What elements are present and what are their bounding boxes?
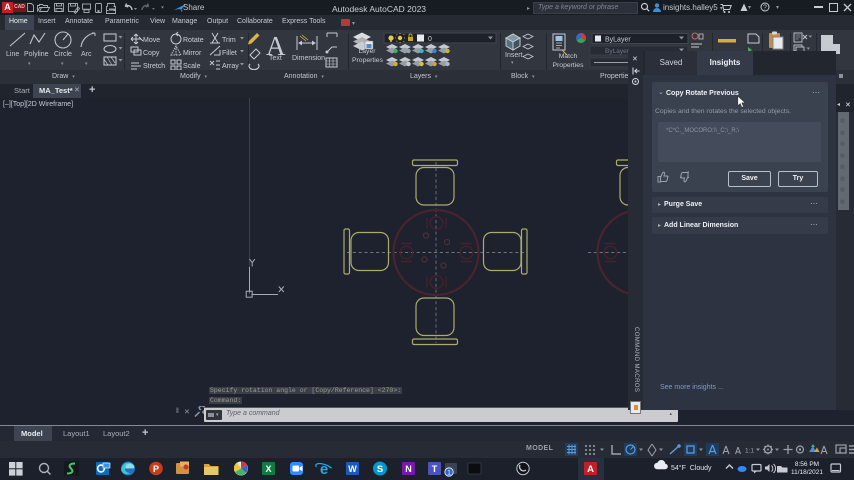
svg-text:Rotate: Rotate	[183, 37, 204, 44]
svg-text:Fillet: Fillet	[222, 50, 237, 57]
svg-text:Stretch: Stretch	[143, 63, 165, 70]
svg-text:N: N	[405, 464, 412, 474]
svg-text:S: S	[377, 464, 383, 475]
svg-text:W: W	[348, 464, 357, 474]
svg-text:X: X	[265, 464, 271, 474]
svg-text:Trim: Trim	[222, 37, 236, 44]
svg-text:T: T	[432, 464, 438, 474]
svg-text:ByLayer: ByLayer	[605, 37, 631, 44]
svg-text:1:1: 1:1	[745, 448, 754, 455]
svg-text:P: P	[153, 464, 159, 474]
svg-text:A: A	[587, 464, 594, 475]
svg-text:?: ?	[763, 5, 767, 12]
svg-text:Copy: Copy	[143, 50, 160, 57]
svg-text:Scale: Scale	[183, 63, 201, 70]
svg-text:Move: Move	[143, 37, 160, 44]
svg-text:Array: Array	[222, 63, 239, 70]
svg-text:1: 1	[447, 470, 451, 477]
svg-text:Mirror: Mirror	[183, 50, 202, 57]
svg-text:0: 0	[428, 36, 432, 43]
svg-text:ByLayer: ByLayer	[605, 48, 630, 55]
